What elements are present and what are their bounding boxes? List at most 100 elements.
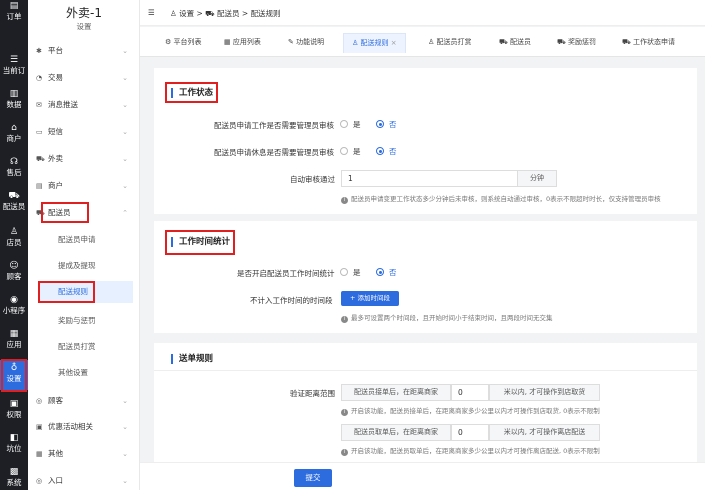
tab-reward-penalty[interactable]: ⛟ 奖励惩罚 [557,37,596,47]
sidebar-item-merchant[interactable]: ▤ 商户 ⌄ [36,179,132,193]
delivery-distance-hint: i 开启该功能，配送员取单后，在距离商家多少公里以内才可操作离店配送, 0表示不限… [341,445,600,456]
tab-label: 应用列表 [232,38,261,46]
auto-approve-hint: i 配送员申请变更工作状态多少分钟后未审核，则系统自动通过审核，0表示不限超时时长… [341,193,661,204]
tab-dispatch-rules[interactable]: ♙ 配送规则 × [343,33,406,53]
breadcrumb-courier[interactable]: 配送员 [217,9,240,18]
sidebar-item-label: 优惠活动相关 [48,422,93,431]
rail-label: 坑位 [6,444,22,453]
radio-work-apply-yes[interactable] [340,120,348,128]
radio-work-apply-no[interactable] [376,120,384,128]
tab-label: 功能说明 [296,38,325,46]
submenu-courier-apply[interactable]: 配送员申请 [58,233,134,247]
sidebar-item-entry[interactable]: ◎ 入口 ⌄ [36,474,132,488]
asterisk-icon: ✱ [36,47,42,55]
chevron-down-icon: ⌄ [122,128,128,136]
radio-rest-apply-yes[interactable] [340,147,348,155]
chevron-down-icon: ⌄ [122,423,128,431]
sidebar-item-label: 平台 [48,46,63,55]
breadcrumb-settings[interactable]: 设置 [179,9,194,18]
truck-icon: ⛟ [622,38,631,46]
tab-feature-desc[interactable]: ✎ 功能说明 [288,37,324,47]
truck-icon: ⛟ [205,9,217,18]
hint-text: 最多可设置两个时间段，且开始时间小于结束时间，且两段时间无交集 [351,314,553,322]
submit-button[interactable]: 提交 [294,469,332,487]
auto-approve-minutes-input[interactable]: 1 [341,170,518,187]
rail-system[interactable]: ▩ 系统 [0,468,28,488]
truck-icon: ⛟ [499,38,508,46]
rail-aftersale[interactable]: ☊ 售后 [0,157,28,178]
customer-icon: ◎ [36,397,43,405]
rail-permissions[interactable]: ▣ 权限 [0,399,28,420]
tab-platform-list[interactable]: ⚙ 平台列表 [165,37,202,47]
rail-data[interactable]: ▥ 数据 [0,90,28,110]
minutes-unit: 分钟 [517,170,557,187]
mail-icon: ✉ [36,101,42,109]
headset-icon: ☊ [10,157,18,167]
grid-icon: ▦ [36,450,43,458]
person-icon: ♙ [9,227,19,237]
sidebar-item-label: 其他 [48,449,63,458]
rail-staff[interactable]: ♙ 店员 [0,227,28,248]
person-icon: ♙ [352,39,359,47]
rail-courier[interactable]: ⛟ 配送员 [0,191,28,212]
pickup-distance-input[interactable]: 0 [451,384,489,401]
label-auto-approve: 自动审核通过 [290,175,335,184]
footer-bar [140,462,705,490]
submenu-courier-tips[interactable]: 配送员打赏 [58,340,134,354]
tab-label: 配送员 [510,38,532,46]
tab-work-status-apply[interactable]: ⛟ 工作状态申请 [622,37,675,47]
hint-text: 配送员申请变更工作状态多少分钟后未审核，则系统自动通过审核，0表示不限超时时长，… [351,195,661,203]
rail-label: 售后 [6,168,22,177]
rail-label: 店员 [6,238,22,247]
label-work-time-stats: 是否开启配送员工作时间统计 [237,269,335,278]
submenu-other-settings[interactable]: 其他设置 [58,366,134,380]
info-icon: i [341,316,348,323]
radio-work-time-yes[interactable] [340,268,348,276]
delivery-distance-input[interactable]: 0 [451,424,489,441]
delivery-distance-prefix: 配送员取单后，在距离商家 [341,424,451,441]
radio-work-time-no[interactable] [376,268,384,276]
tab-label: 平台列表 [173,38,202,46]
tab-courier[interactable]: ⛟ 配送员 [499,37,531,47]
chevron-down-icon: ⌄ [122,155,128,163]
miniprogram-icon: ◉ [10,295,18,305]
sidebar-item-trade[interactable]: ◔ 交易 ⌄ [36,71,132,85]
sidebar-item-label: 入口 [48,476,63,485]
add-period-button[interactable]: + 添加时间段 [341,291,399,306]
rail-customers[interactable]: ☺ 顾客 [0,262,28,282]
sms-icon: ▭ [36,128,43,136]
submenu-commission[interactable]: 提成及提现 [58,259,134,273]
radio-label: 否 [389,120,397,129]
rail-slots[interactable]: ◧ 坑位 [0,434,28,454]
submenu-reward-penalty[interactable]: 奖励与惩罚 [58,314,134,328]
lock-icon: ▣ [9,399,19,409]
chevron-down-icon: ⌄ [122,477,128,485]
close-icon[interactable]: × [391,39,397,47]
rail-miniprogram[interactable]: ◉ 小程序 [0,295,28,316]
sidebar-item-sms[interactable]: ▭ 短信 ⌄ [36,125,132,139]
sidebar-item-label: 顾客 [48,396,63,405]
rail-apps[interactable]: ▦ 应用 [0,330,28,350]
sidebar-item-takeaway[interactable]: ⛟ 外卖 ⌄ [36,152,132,166]
breadcrumb: ♙ 设置 > ⛟ 配送员 > 配送规则 [170,8,281,19]
sidebar-item-push[interactable]: ✉ 消息推送 ⌄ [36,98,132,112]
tab-courier-tips[interactable]: ♙ 配送员打赏 [428,37,472,47]
sidebar-item-customers[interactable]: ◎ 顾客 ⌄ [36,394,132,408]
sidebar-item-other[interactable]: ▦ 其他 ⌄ [36,447,132,461]
radio-label: 否 [389,268,397,277]
radio-rest-apply-no[interactable] [376,147,384,155]
person-icon: ♙ [428,38,435,46]
menu-toggle-icon[interactable]: ☰ [148,8,155,17]
orders-icon: ▤ [9,1,19,11]
label-excluded-periods: 不计入工作时间的时间段 [250,296,333,305]
tab-app-list[interactable]: ▦ 应用列表 [224,37,261,47]
rail-merchant[interactable]: ⌂ 商户 [0,124,28,144]
rail-current-orders[interactable]: ☰ 当前订 [0,56,28,76]
truck-icon: ⛟ [8,191,20,201]
chevron-down-icon: ⌄ [122,182,128,190]
sidebar-item-platform[interactable]: ✱ 平台 ⌄ [36,44,132,58]
trade-icon: ◔ [36,74,43,82]
rail-orders[interactable]: ▤ 订单 [0,1,28,22]
sidebar-item-promotions[interactable]: ▣ 优惠活动相关 ⌄ [36,420,132,434]
entry-icon: ◎ [36,477,43,485]
